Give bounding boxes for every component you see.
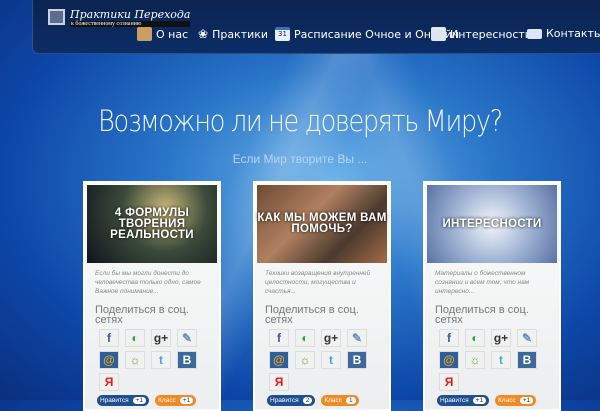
livejournal-icon[interactable]: ✎ <box>517 329 537 347</box>
yandex-icon[interactable]: Я <box>99 373 119 391</box>
like-count: +1 <box>472 397 487 404</box>
share-icons: f ◐ g+ ✎ @ ☼ t B Я <box>255 325 389 391</box>
logo[interactable]: Практики Перехода к божественному сознан… <box>48 8 191 27</box>
book-icon <box>431 27 446 41</box>
logo-title: Практики Перехода <box>70 8 191 21</box>
vkontakte-icon[interactable]: B <box>347 351 367 369</box>
facebook-icon[interactable]: f <box>269 329 289 347</box>
yandex-icon[interactable]: Я <box>269 373 289 391</box>
livejournal-icon[interactable]: ✎ <box>347 329 367 347</box>
mailru-icon[interactable]: @ <box>439 351 459 369</box>
card-title: 4 ФОРМУЛЫ ТВОРЕНИЯ РЕАЛЬНОСТИ <box>110 206 194 241</box>
article-card: ИНТЕРЕСНОСТИ Материалы о божественном со… <box>423 181 561 411</box>
klass-count: +1 <box>519 397 534 404</box>
mail-icon <box>527 28 542 39</box>
share-icons: f ◐ g+ ✎ @ ☼ t B Я <box>425 325 559 391</box>
article-card: 4 ФОРМУЛЫ ТВОРЕНИЯ РЕАЛЬНОСТИ Если бы мы… <box>83 181 221 411</box>
klass-button[interactable]: Класс 1 <box>321 395 359 406</box>
twitter-icon[interactable]: t <box>491 351 511 369</box>
share-heading: Поделиться в соц. сетях <box>95 304 189 326</box>
klass-button[interactable]: Класс +1 <box>155 395 197 406</box>
yandex-icon[interactable]: Я <box>439 373 459 391</box>
like-button[interactable]: Нравится +1 <box>97 395 150 406</box>
moikrug-icon[interactable]: ☼ <box>465 351 485 369</box>
google-plus-icon[interactable]: g+ <box>321 329 341 347</box>
card-image-link[interactable]: 4 ФОРМУЛЫ ТВОРЕНИЯ РЕАЛЬНОСТИ <box>87 185 217 263</box>
share-heading: Поделиться в соц. сетях <box>265 304 359 326</box>
article-card: КАК МЫ МОЖЕМ ВАМ ПОМОЧЬ? Техники возвращ… <box>253 181 391 411</box>
nav-label: Практики <box>212 27 269 41</box>
vkontakte-icon[interactable]: B <box>517 351 537 369</box>
google-plus-icon[interactable]: g+ <box>491 329 511 347</box>
like-button[interactable]: Нравится 2 <box>267 395 316 406</box>
moikrug-icon[interactable]: ☼ <box>125 351 145 369</box>
livejournal-icon[interactable]: ✎ <box>177 329 197 347</box>
nav-label: Контакты <box>546 27 600 40</box>
like-label: Нравится <box>100 397 129 404</box>
nav-about[interactable]: О нас <box>137 27 188 41</box>
google-buzz-icon[interactable]: ◐ <box>465 329 485 347</box>
twitter-icon[interactable]: t <box>151 351 171 369</box>
share-icons: f ◐ g+ ✎ @ ☼ t B Я <box>85 325 219 391</box>
share-heading: Поделиться в соц. сетях <box>435 304 529 326</box>
hero-subtitle: Если Мир творите Вы ... <box>232 152 368 166</box>
card-description: Материалы о божественном сознании и всем… <box>435 270 530 295</box>
facebook-icon[interactable]: f <box>439 329 459 347</box>
card-title: КАК МЫ МОЖЕМ ВАМ ПОМОЧЬ? <box>257 212 387 235</box>
like-label: Нравится <box>270 397 299 404</box>
vkontakte-icon[interactable]: B <box>177 351 197 369</box>
card-description: Если бы мы могли донести до человечества… <box>95 270 201 295</box>
google-buzz-icon[interactable]: ◐ <box>125 329 145 347</box>
like-button[interactable]: Нравится +1 <box>437 395 490 406</box>
mailru-icon[interactable]: @ <box>269 351 289 369</box>
card-title: ИНТЕРЕСНОСТИ <box>442 217 542 230</box>
hero-title: Возможно ли не доверять Миру? <box>98 104 503 138</box>
klass-count: 1 <box>346 397 356 404</box>
klass-label: Класс <box>324 397 343 404</box>
nav-label: О нас <box>156 27 189 41</box>
photo-icon <box>137 27 152 41</box>
twitter-icon[interactable]: t <box>321 351 341 369</box>
nav-label: Интересности <box>450 27 532 41</box>
mailru-icon[interactable]: @ <box>99 351 119 369</box>
card-description: Техники возвращения внутренней целостнос… <box>265 270 371 295</box>
google-buzz-icon[interactable]: ◐ <box>295 329 315 347</box>
lotus-icon: ❀ <box>198 27 209 41</box>
nav-practices[interactable]: ❀ Практики <box>198 27 268 41</box>
google-plus-icon[interactable]: g+ <box>151 329 171 347</box>
card-image-link[interactable]: ИНТЕРЕСНОСТИ <box>427 185 557 263</box>
like-label: Нравится <box>440 397 469 404</box>
moikrug-icon[interactable]: ☼ <box>295 351 315 369</box>
like-count: +1 <box>132 397 147 404</box>
klass-label: Класс <box>158 397 176 404</box>
nav-interesting[interactable]: Интересности <box>431 27 532 41</box>
calendar-icon: 31 <box>275 27 290 41</box>
like-count: 2 <box>302 397 313 404</box>
klass-count: +1 <box>179 397 194 404</box>
card-image-link[interactable]: КАК МЫ МОЖЕМ ВАМ ПОМОЧЬ? <box>257 185 387 263</box>
klass-label: Класс <box>498 397 516 404</box>
top-nav: Практики Перехода к божественному сознан… <box>32 0 600 54</box>
nav-contacts[interactable]: Контакты <box>527 27 600 40</box>
klass-button[interactable]: Класс +1 <box>495 395 537 406</box>
logo-icon <box>48 9 65 25</box>
facebook-icon[interactable]: f <box>99 329 119 347</box>
